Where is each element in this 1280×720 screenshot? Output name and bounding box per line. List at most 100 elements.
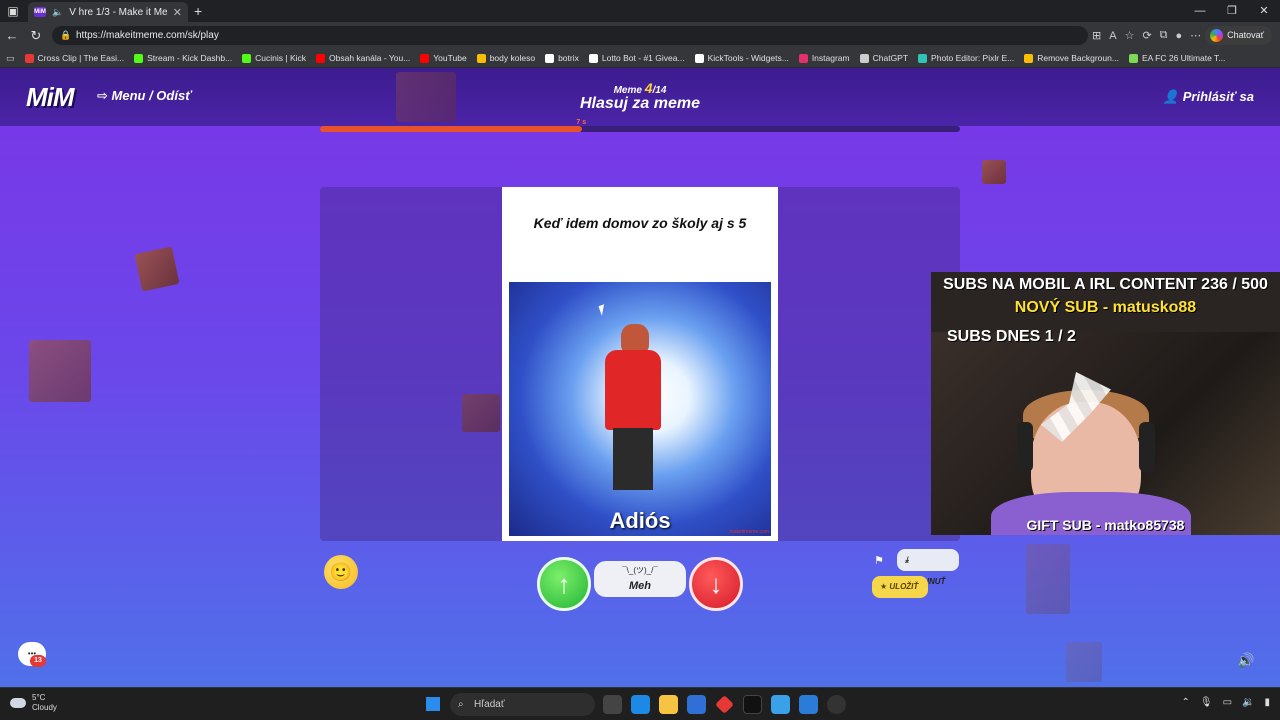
bookmark-item[interactable]: Cross Clip | The Easi... (24, 53, 124, 63)
bookmark-item[interactable]: botrix (545, 53, 579, 63)
new-tab-button[interactable]: + (194, 3, 202, 19)
bookmark-label: Lotto Bot - #1 Givea... (601, 53, 685, 63)
bookmark-item[interactable]: Lotto Bot - #1 Givea... (588, 53, 685, 63)
bookmark-item[interactable]: EA FC 26 Ultimate T... (1128, 53, 1225, 63)
taskbar-apps (603, 695, 846, 714)
display-icon[interactable]: ▭ (1223, 697, 1232, 708)
lock-icon[interactable]: 🔒 (60, 26, 71, 45)
report-flag-icon[interactable]: ⚑ (874, 554, 884, 567)
remote-icon[interactable] (799, 695, 818, 714)
back-icon[interactable]: ← (0, 28, 24, 43)
game-topnav: MiM ⇨ Menu / Odísť Meme 4/14 Hlasuj za m… (0, 68, 1280, 126)
bookmark-item[interactable]: Photo Editor: Pixlr E... (918, 53, 1014, 63)
browser-tabbar: ▣ MiM 🔈 V hre 1/3 - Make it Meme ✕ + — ❐… (0, 0, 1280, 22)
file-explorer-icon[interactable] (659, 695, 678, 714)
meh-button[interactable]: ¯\_(ツ)_/¯ Meh (594, 561, 686, 597)
timer-label: 7 s (576, 119, 587, 126)
bookmarks-menu-icon[interactable]: ▭ (6, 53, 15, 64)
bookmark-item[interactable]: Stream - Kick Dashb... (134, 53, 232, 63)
maximize-icon[interactable]: ❐ (1216, 0, 1248, 22)
speaker-icon[interactable]: 🔈 (52, 7, 63, 18)
tab-actions-icon[interactable]: ▣ (0, 4, 26, 18)
profile-icon[interactable]: ● (1176, 30, 1183, 42)
url-field[interactable]: 🔒 https://makeitmeme.com/sk/play (52, 26, 1088, 45)
bookmark-item[interactable]: ChatGPT (859, 53, 908, 63)
bookmark-label: Cucinis | Kick (255, 53, 307, 63)
bookmark-label: Obsah kanála - You... (329, 53, 411, 63)
upvote-button[interactable]: ↑ (537, 557, 591, 611)
volume-icon[interactable]: 🔊 (1237, 652, 1254, 669)
weather-temperature: 5°C (32, 693, 46, 702)
store-icon[interactable] (687, 695, 706, 714)
copilot-icon (1210, 29, 1224, 42)
bookmark-favicon-icon (588, 53, 598, 63)
bookmark-item[interactable]: KickTools - Widgets... (694, 53, 789, 63)
browser-tab[interactable]: MiM 🔈 V hre 1/3 - Make it Meme ✕ (28, 2, 188, 22)
edge-browser-icon[interactable] (631, 695, 650, 714)
meme-caption: Keď idem domov zo školy aj s 5 (533, 215, 747, 231)
download-button[interactable]: ⤓ STIAHNUŤ (897, 549, 959, 586)
bookmark-favicon-icon (859, 53, 869, 63)
bookmark-favicon-icon (24, 53, 34, 63)
tray-volume-icon[interactable]: 🔉 (1242, 697, 1254, 708)
meme-figure-body (605, 350, 661, 430)
tray-chevron-icon[interactable]: ⌃ (1181, 697, 1189, 708)
task-view-icon[interactable] (603, 695, 622, 714)
windows-start-icon[interactable] (426, 697, 440, 711)
chat-count-badge: 13 (30, 655, 46, 667)
extensions-icon[interactable]: ⟳ (1142, 29, 1151, 42)
window-controls: — ❐ ✕ (1184, 0, 1280, 22)
save-button[interactable]: ★ ULOŽIŤ (872, 576, 928, 598)
bookmark-favicon-icon (798, 53, 808, 63)
copilot-chat-button[interactable]: Chatovať (1205, 26, 1272, 45)
weather-widget[interactable]: 5°C Cloudy (10, 693, 57, 713)
reaction-emoji-button[interactable]: 🙂 (324, 555, 358, 589)
tiktok-icon[interactable] (743, 695, 762, 714)
minimize-icon[interactable]: — (1184, 0, 1216, 22)
close-tab-icon[interactable]: ✕ (173, 6, 182, 19)
stream-overlay: SUBS NA MOBIL A IRL CONTENT 236 / 500 NO… (931, 272, 1280, 535)
meme-card: Keď idem domov zo školy aj s 5 Adiós mak… (502, 187, 778, 541)
bookmark-item[interactable]: Remove Backgroun... (1024, 53, 1119, 63)
floating-reaction-image (29, 340, 91, 402)
arrow-down-icon: ↓ (709, 569, 723, 599)
meme-watermark: makeitmeme.com (729, 529, 769, 535)
taskbar-search-field[interactable]: ⌕ Hľadať (450, 693, 595, 716)
bookmark-item[interactable]: Cucinis | Kick (242, 53, 306, 63)
microphone-icon[interactable]: 🎙 (1200, 697, 1213, 708)
meme-current: 4 (644, 80, 653, 96)
floating-reaction-image (396, 72, 456, 122)
reload-icon[interactable]: ↻ (24, 28, 48, 44)
floating-reaction-image (1066, 642, 1102, 682)
bookmarks-bar: ▭ Cross Clip | The Easi... Stream - Kick … (0, 49, 1280, 68)
close-window-icon[interactable]: ✕ (1248, 0, 1280, 22)
progress-fill (320, 126, 583, 132)
bookmark-label: KickTools - Widgets... (707, 53, 789, 63)
headset-icon (1017, 422, 1033, 472)
read-aloud-icon[interactable]: A (1109, 30, 1116, 42)
bookmark-item[interactable]: Instagram (798, 53, 850, 63)
battery-icon[interactable]: ▮ (1264, 697, 1270, 708)
arrow-up-icon: ↑ (557, 569, 571, 599)
notes-icon[interactable] (771, 695, 790, 714)
bookmark-item[interactable]: YouTube (420, 53, 467, 63)
apps-icon[interactable]: ⊞ (1092, 29, 1101, 42)
page-title: Hlasuj za meme (579, 95, 701, 112)
downvote-button[interactable]: ↓ (689, 557, 743, 611)
obs-icon[interactable] (827, 695, 846, 714)
star-icon: ★ (880, 582, 888, 591)
gift-sub-text: GIFT SUB - matko85738 (1026, 517, 1185, 533)
collections-icon[interactable]: ⧉ (1160, 29, 1168, 42)
weather-condition: Cloudy (32, 703, 57, 712)
bookmark-item[interactable]: body koleso (476, 53, 535, 63)
favorite-star-icon[interactable]: ☆ (1125, 29, 1135, 42)
login-button[interactable]: 👤 Prihlásiť sa (1163, 89, 1254, 105)
search-placeholder: Hľadať (474, 699, 505, 710)
shrug-text: ¯\_(ツ)_/¯ (622, 566, 658, 575)
bookmark-label: Instagram (811, 53, 850, 63)
meme-image: Adiós makeitmeme.com (509, 282, 771, 536)
more-icon[interactable]: ⋯ (1190, 29, 1201, 42)
subs-goal-text: SUBS NA MOBIL A IRL CONTENT 236 / 500 (943, 276, 1268, 293)
app-red-icon[interactable] (715, 695, 734, 714)
bookmark-item[interactable]: Obsah kanála - You... (316, 53, 410, 63)
